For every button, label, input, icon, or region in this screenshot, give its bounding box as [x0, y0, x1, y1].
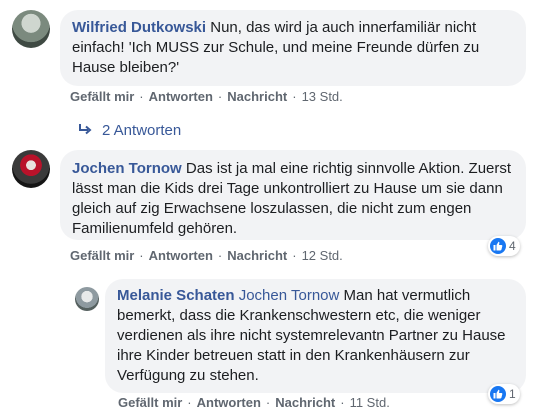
separator: · [139, 248, 144, 263]
like-link[interactable]: Gefällt mir [118, 395, 182, 410]
avatar[interactable] [12, 150, 50, 188]
reaction-count[interactable]: 4 [488, 236, 520, 256]
like-link[interactable]: Gefällt mir [70, 248, 134, 263]
comment-author[interactable]: Wilfried Dutkowski [72, 19, 206, 36]
avatar[interactable] [12, 10, 50, 48]
separator: · [139, 89, 144, 104]
timestamp[interactable]: 12 Std. [302, 248, 343, 263]
like-thumb-icon [490, 386, 506, 402]
comment-actions: Gefällt mir · Antworten · Nachricht · 12 Std. [70, 248, 343, 264]
separator: · [187, 395, 192, 410]
reply-arrow-icon [78, 121, 94, 141]
reply-mention[interactable]: Jochen Tornow [239, 287, 340, 304]
view-replies-link[interactable]: 2 Antworten [78, 121, 181, 141]
comment-bubble: Jochen Tornow Das ist ja mal eine richti… [60, 150, 526, 240]
separator: · [292, 248, 297, 263]
reply-link[interactable]: Antworten [149, 248, 213, 263]
timestamp[interactable]: 11 Std. [350, 395, 390, 410]
message-link[interactable]: Nachricht [227, 248, 287, 263]
comment-bubble: Wilfried Dutkowski Nun, das wird ja auch… [60, 10, 526, 86]
separator: · [217, 89, 223, 104]
comment-author[interactable]: Jochen Tornow [72, 160, 182, 177]
reaction-number: 1 [509, 387, 516, 401]
separator: · [340, 395, 345, 410]
separator: · [292, 89, 297, 104]
reply-bubble: Melanie Schaten Jochen Tornow Man hat ve… [105, 279, 526, 393]
reply-actions: Gefällt mir · Antworten · Nachricht · 11 Std. [118, 395, 390, 411]
like-thumb-icon [490, 238, 506, 254]
timestamp[interactable]: 13 Std. [302, 89, 343, 104]
comment-actions: Gefällt mir · Antworten · Nachricht · 13 Std. [70, 89, 343, 105]
separator: · [217, 248, 223, 263]
message-link[interactable]: Nachricht [227, 89, 287, 104]
reply-link[interactable]: Antworten [149, 89, 213, 104]
message-link[interactable]: Nachricht [275, 395, 335, 410]
separator: · [265, 395, 271, 410]
reply-link[interactable]: Antworten [197, 395, 261, 410]
reply-author[interactable]: Melanie Schaten [117, 287, 235, 304]
reaction-count[interactable]: 1 [488, 384, 520, 404]
like-link[interactable]: Gefällt mir [70, 89, 134, 104]
reaction-number: 4 [509, 239, 516, 253]
avatar[interactable] [75, 287, 99, 311]
replies-count: 2 Antworten [102, 122, 182, 139]
